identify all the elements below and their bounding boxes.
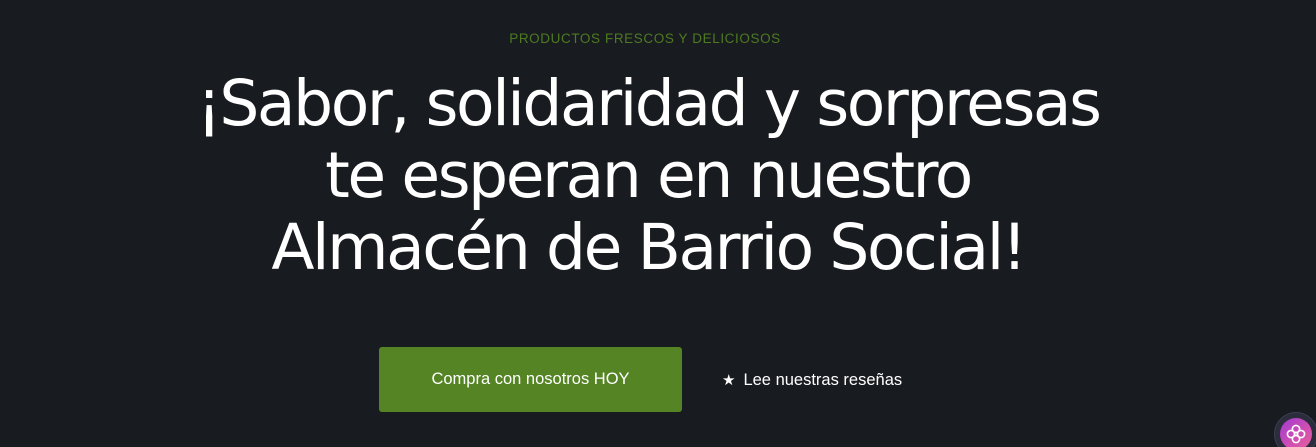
shop-now-button-label: Compra con nosotros HOY: [431, 370, 630, 388]
read-reviews-label: Lee nuestras reseñas: [743, 370, 903, 389]
hero-headline: ¡Sabor, solidaridad y sorpresas te esper…: [0, 68, 1296, 284]
floating-widget-button[interactable]: [1274, 412, 1316, 447]
hero-eyebrow: PRODUCTOS FRESCOS Y DELICIOSOS: [509, 31, 781, 46]
star-icon: ★: [722, 371, 736, 389]
headline-line-2: te esperan en nuestro: [325, 139, 973, 212]
shop-now-button[interactable]: Compra con nosotros HOY: [379, 347, 682, 412]
widget-badge: [1280, 418, 1312, 447]
read-reviews-link[interactable]: ★ Lee nuestras reseñas: [722, 369, 902, 391]
headline-line-1: ¡Sabor, solidaridad y sorpresas: [196, 67, 1101, 140]
flower-icon: [1286, 424, 1306, 444]
hero-section: PRODUCTOS FRESCOS Y DELICIOSOS ¡Sabor, s…: [0, 0, 1316, 447]
headline-line-3: Almacén de Barrio Social!: [271, 211, 1027, 284]
